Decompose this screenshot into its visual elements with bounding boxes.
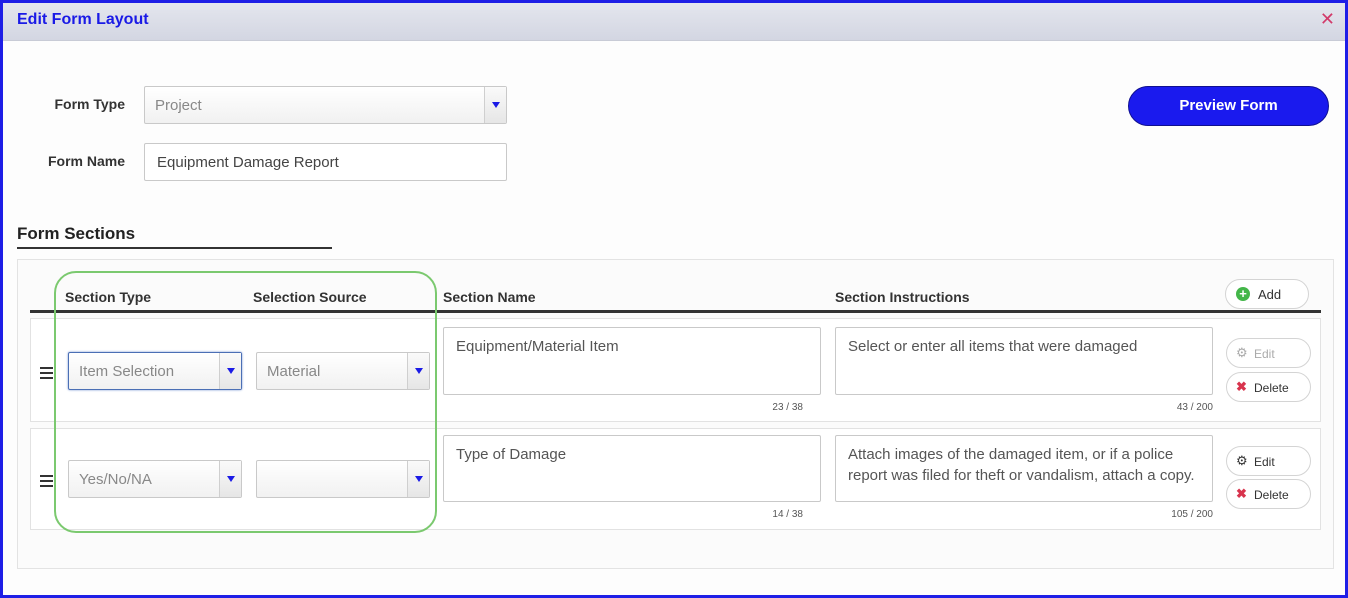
section-name-counter: 23 / 38 bbox=[772, 402, 803, 413]
form-sections-heading: Form Sections bbox=[17, 224, 136, 243]
delete-button[interactable]: ✖ Delete bbox=[1226, 372, 1311, 402]
chevron-down-icon bbox=[407, 461, 429, 497]
chevron-down-icon bbox=[219, 461, 241, 497]
selection-source-select[interactable] bbox=[256, 460, 430, 498]
dialog-title: Edit Form Layout bbox=[17, 11, 149, 28]
selection-source-select[interactable]: Material bbox=[256, 352, 430, 390]
selection-source-value: Material bbox=[267, 363, 321, 380]
close-icon[interactable]: ✕ bbox=[1320, 9, 1335, 30]
heading-underline bbox=[17, 247, 332, 249]
edit-label: Edit bbox=[1254, 455, 1275, 469]
section-type-value: Item Selection bbox=[79, 363, 175, 380]
header-selection-source: Selection Source bbox=[253, 289, 367, 305]
section-name-counter: 14 / 38 bbox=[772, 509, 803, 520]
add-section-button[interactable]: + Add bbox=[1225, 279, 1309, 309]
form-name-label: Form Name bbox=[47, 153, 125, 169]
form-type-value: Project bbox=[155, 97, 202, 114]
header-divider bbox=[30, 310, 1321, 313]
edit-button[interactable]: ⚙ Edit bbox=[1226, 446, 1311, 476]
gear-icon: ⚙ bbox=[1236, 453, 1248, 468]
add-label: Add bbox=[1258, 287, 1282, 302]
header-section-type: Section Type bbox=[65, 289, 152, 305]
delete-label: Delete bbox=[1254, 488, 1289, 502]
delete-button[interactable]: ✖ Delete bbox=[1226, 479, 1311, 509]
chevron-down-icon bbox=[484, 87, 506, 123]
edit-label: Edit bbox=[1254, 347, 1275, 361]
form-name-input[interactable]: Equipment Damage Report bbox=[144, 143, 507, 181]
close-icon: ✖ bbox=[1236, 379, 1247, 394]
plus-circle-icon: + bbox=[1236, 287, 1250, 301]
chevron-down-icon bbox=[219, 353, 241, 389]
drag-handle-icon[interactable] bbox=[40, 367, 53, 382]
chevron-down-icon bbox=[407, 353, 429, 389]
section-instructions-input[interactable]: Select or enter all items that were dama… bbox=[835, 327, 1213, 395]
header-section-name: Section Name bbox=[443, 289, 536, 305]
form-type-select[interactable]: Project bbox=[144, 86, 507, 124]
section-type-select[interactable]: Item Selection bbox=[68, 352, 242, 390]
form-type-label: Form Type bbox=[54, 96, 125, 112]
gear-icon: ⚙ bbox=[1236, 345, 1248, 360]
section-name-input[interactable]: Type of Damage bbox=[443, 435, 821, 502]
delete-label: Delete bbox=[1254, 381, 1289, 395]
section-name-input[interactable]: Equipment/Material Item bbox=[443, 327, 821, 395]
section-type-value: Yes/No/NA bbox=[79, 471, 152, 488]
close-icon: ✖ bbox=[1236, 486, 1247, 501]
section-instructions-input[interactable]: Attach images of the damaged item, or if… bbox=[835, 435, 1213, 502]
preview-form-button[interactable]: Preview Form bbox=[1128, 86, 1329, 126]
section-type-select[interactable]: Yes/No/NA bbox=[68, 460, 242, 498]
form-name-value: Equipment Damage Report bbox=[157, 154, 339, 171]
dialog-titlebar: Edit Form Layout ✕ bbox=[3, 3, 1345, 41]
drag-handle-icon[interactable] bbox=[40, 475, 53, 490]
header-section-instructions: Section Instructions bbox=[835, 289, 970, 305]
section-instructions-counter: 105 / 200 bbox=[1171, 509, 1213, 520]
edit-button[interactable]: ⚙ Edit bbox=[1226, 338, 1311, 368]
section-instructions-counter: 43 / 200 bbox=[1176, 402, 1213, 413]
